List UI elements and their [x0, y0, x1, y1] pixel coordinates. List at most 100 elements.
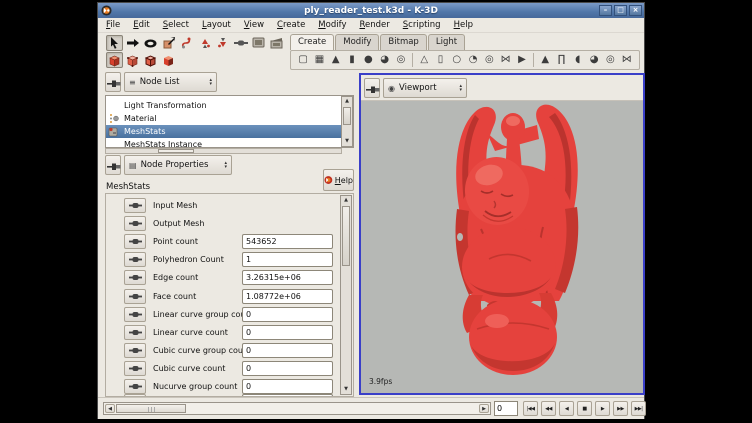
node-list-selector[interactable]: ≡ Node List ▴▾ [124, 72, 217, 92]
nurbs-sphere-icon[interactable]: ◎ [602, 51, 618, 69]
scroll-down-icon[interactable]: ▼ [341, 385, 351, 394]
play-button[interactable]: ▶ [595, 401, 610, 416]
menu-edit[interactable]: Edit [133, 20, 149, 30]
next-key-button[interactable]: ▶▶ [613, 401, 628, 416]
timeline-scrollbar[interactable]: ◀ ▶ [103, 402, 491, 415]
list-item-meshstats[interactable]: MeshStats [106, 125, 342, 138]
menu-help[interactable]: Help [454, 20, 473, 30]
polysphere-icon[interactable]: ● [360, 51, 376, 69]
socket-button[interactable] [124, 379, 146, 394]
snap-tool-button[interactable] [178, 35, 195, 51]
list-item-light-transformation[interactable]: Light Transformation [106, 99, 342, 112]
socket-button[interactable] [124, 270, 146, 285]
render-frame-button[interactable] [268, 35, 285, 51]
point-count-field[interactable]: 543652 [242, 234, 333, 249]
render-preview-button[interactable] [250, 35, 267, 51]
titlebar[interactable]: ply_reader_test.k3d - K-3D – □ × [98, 3, 644, 18]
menu-modify[interactable]: Modify [318, 20, 346, 30]
linear-curve-count-field[interactable]: 0 [242, 325, 333, 340]
socket-button[interactable] [124, 198, 146, 213]
polysphere3-icon[interactable]: ◎ [393, 51, 409, 69]
previous-key-button[interactable]: ◀◀ [541, 401, 556, 416]
scrollbar-thumb[interactable] [343, 107, 351, 125]
parent-button[interactable] [196, 35, 213, 51]
plug-tool-button[interactable] [232, 35, 249, 51]
socket-button[interactable] [124, 325, 146, 340]
menu-view[interactable]: View [244, 20, 264, 30]
node-list-pin-button[interactable] [105, 72, 121, 92]
select-points-button[interactable] [124, 52, 141, 68]
viewport-pin-button[interactable] [364, 78, 380, 98]
reverse-play-button[interactable]: ◀ [559, 401, 574, 416]
fast-forward-end-button[interactable]: ▶▶| [631, 401, 646, 416]
polycone-icon[interactable]: ▲ [328, 51, 344, 69]
menu-scripting[interactable]: Scripting [403, 20, 441, 30]
socket-button[interactable] [124, 216, 146, 231]
viewport-canvas[interactable]: 3.9fps [361, 101, 643, 393]
menu-file[interactable]: File [106, 20, 120, 30]
socket-button[interactable] [124, 361, 146, 376]
select-tool-button[interactable] [106, 35, 123, 51]
tab-modify[interactable]: Modify [335, 34, 379, 50]
scroll-up-icon[interactable]: ▲ [341, 196, 351, 205]
face-count-field[interactable]: 1.08772e+06 [242, 289, 333, 304]
menu-render[interactable]: Render [359, 20, 389, 30]
node-properties-scrollbar[interactable]: ▲ ▼ [340, 195, 352, 395]
menu-create[interactable]: Create [277, 20, 305, 30]
scroll-right-icon[interactable]: ▶ [479, 404, 489, 413]
maximize-button[interactable]: □ [614, 5, 627, 16]
rewind-start-button[interactable]: |◀◀ [523, 401, 538, 416]
edge-count-field[interactable]: 3.26315e+06 [242, 270, 333, 285]
node-list-hscrollbar[interactable] [105, 148, 342, 154]
cylinder-icon[interactable]: ▯ [432, 51, 448, 69]
menu-select[interactable]: Select [163, 20, 189, 30]
nucurve-group-count-field[interactable]: 0 [242, 379, 333, 394]
node-properties-selector[interactable]: ▤ Node Properties ▴▾ [124, 155, 232, 175]
timeline-thumb[interactable] [116, 404, 186, 413]
scrollbar-thumb[interactable] [158, 149, 194, 153]
select-lines-button[interactable] [142, 52, 159, 68]
close-button[interactable]: × [629, 5, 642, 16]
frame-number-input[interactable] [494, 401, 518, 416]
scrollbar-thumb[interactable] [342, 206, 350, 266]
polycube-icon[interactable]: ▢ [295, 51, 311, 69]
select-nodes-button[interactable] [106, 52, 123, 68]
list-item-meshstats-instance[interactable]: MeshStats Instance [106, 138, 342, 148]
circle-icon[interactable]: ○ [449, 51, 465, 69]
scroll-left-icon[interactable]: ◀ [105, 404, 115, 413]
disk-icon[interactable]: ◔ [465, 51, 481, 69]
node-properties-pin-button[interactable] [105, 155, 121, 175]
stop-button[interactable]: ■ [577, 401, 592, 416]
cubic-curve-group-count-field[interactable]: 0 [242, 343, 333, 358]
socket-button[interactable] [124, 343, 146, 358]
linear-curve-group-count-field[interactable]: 0 [242, 307, 333, 322]
polygrid-icon[interactable]: ▦ [311, 51, 327, 69]
nurbs-disk-icon[interactable]: ◕ [586, 51, 602, 69]
nurbs-cone-icon[interactable]: ▲ [537, 51, 553, 69]
hyperboloid-icon[interactable]: ⋈ [498, 51, 514, 69]
minimize-button[interactable]: – [599, 5, 612, 16]
socket-button[interactable] [124, 289, 146, 304]
unparent-button[interactable] [214, 35, 231, 51]
tab-create[interactable]: Create [290, 34, 334, 50]
node-list-scrollbar[interactable]: ▲ ▼ [341, 96, 353, 147]
polyhedron-count-field[interactable]: 1 [242, 252, 333, 267]
help-button[interactable]: Help [323, 169, 354, 191]
cone-icon[interactable]: △ [416, 51, 432, 69]
socket-button[interactable] [124, 307, 146, 322]
select-faces-button[interactable] [160, 52, 177, 68]
buddha-mesh-model[interactable] [447, 101, 589, 385]
sphere-icon[interactable]: ◎ [481, 51, 497, 69]
tab-bitmap[interactable]: Bitmap [380, 34, 426, 50]
scroll-up-icon[interactable]: ▲ [342, 97, 352, 106]
viewport-selector[interactable]: ◉ Viewport ▴▾ [383, 78, 467, 98]
tab-light[interactable]: Light [428, 34, 465, 50]
socket-button[interactable] [124, 234, 146, 249]
polysphere2-icon[interactable]: ◕ [376, 51, 392, 69]
rotate-tool-button[interactable] [142, 35, 159, 51]
cubic-curve-count-field[interactable]: 0 [242, 361, 333, 376]
nurbs-cylinder-icon[interactable]: ∏ [553, 51, 569, 69]
move-tool-button[interactable] [124, 35, 141, 51]
list-item-material[interactable]: Material [106, 112, 342, 125]
socket-button[interactable] [124, 252, 146, 267]
